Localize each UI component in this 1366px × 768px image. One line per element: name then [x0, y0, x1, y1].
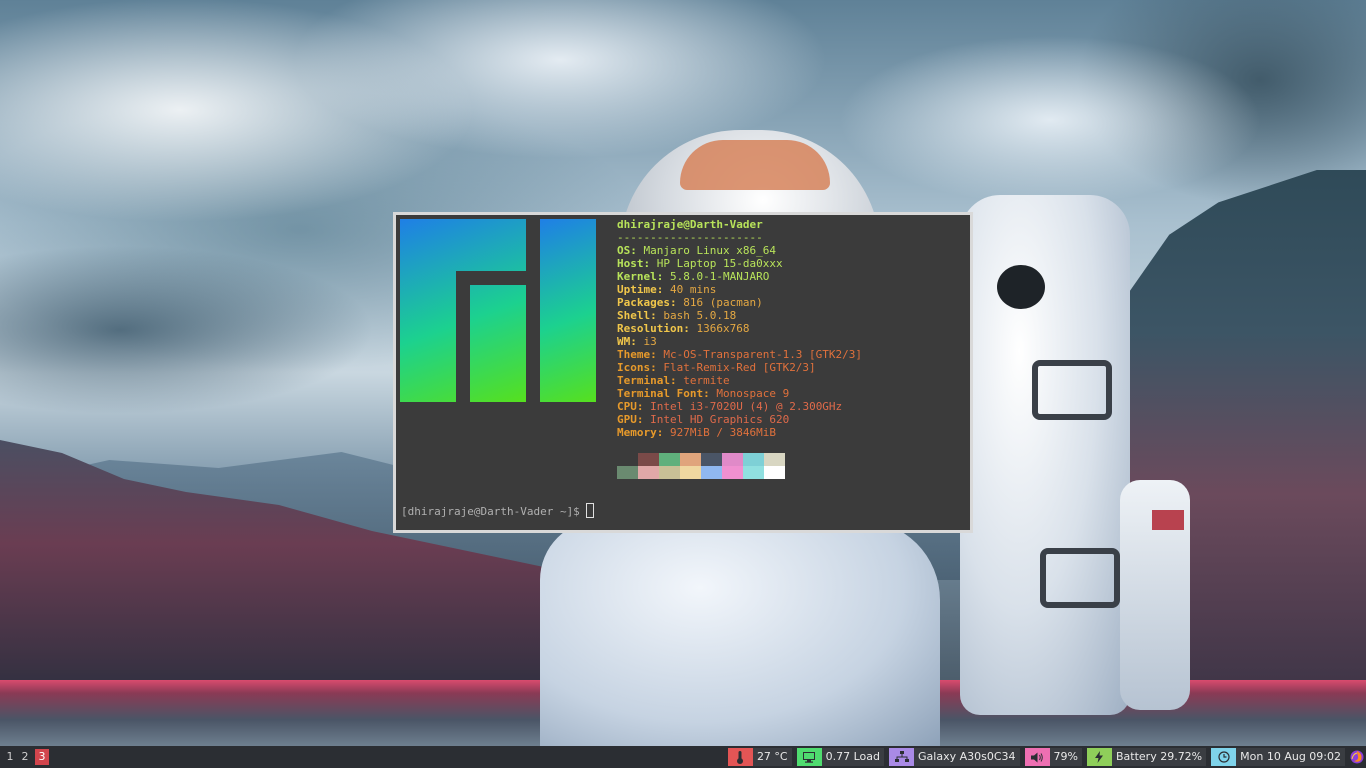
volume-text: 79%: [1049, 748, 1082, 766]
speaker-icon: [1024, 748, 1050, 766]
color-swatch: [659, 453, 680, 466]
wallpaper-helmet-band: [680, 140, 830, 190]
system-info: dhirajraje@Darth-Vader -----------------…: [617, 218, 967, 439]
separator: ----------------------: [617, 231, 763, 244]
info-wm: WM: i3: [617, 335, 657, 348]
color-swatch: [764, 453, 785, 466]
info-icons: Icons: Flat-Remix-Red [GTK2/3]: [617, 361, 816, 374]
wallpaper-backpack-knob: [997, 265, 1045, 309]
info-cpu: CPU: Intel i3-7020U (4) @ 2.300GHz: [617, 400, 843, 413]
battery-bolt-icon: [1086, 748, 1112, 766]
color-swatch: [680, 453, 701, 466]
info-key: OS: [617, 244, 631, 257]
wallpaper-backpack-clip: [1040, 548, 1120, 608]
info-packages: Packages: 816 (pacman): [617, 296, 763, 309]
color-swatch: [764, 466, 785, 479]
clock-icon: [1211, 748, 1237, 766]
info-theme: Theme: Mc-OS-Transparent-1.3 [GTK2/3]: [617, 348, 863, 361]
info-terminal: Terminal: termite: [617, 374, 730, 387]
info-memory: Memory: 927MiB / 3846MiB: [617, 426, 776, 439]
monitor-icon: [796, 748, 822, 766]
color-palette: [617, 453, 785, 479]
battery-text: Battery 29.72%: [1111, 748, 1207, 766]
network-text: Galaxy A30s0C34: [914, 748, 1020, 766]
clock-block[interactable]: Mon 10 Aug 09:02: [1211, 748, 1345, 766]
temperature-text: 27 °C: [752, 748, 792, 766]
i3-status-bar: 1 2 3 27 °C 0.77 Load Galaxy A30s0C34 79…: [0, 746, 1366, 768]
info-resolution: Resolution: 1366x768: [617, 322, 750, 335]
color-swatch: [743, 453, 764, 466]
prompt-text: [dhirajraje@Darth-Vader ~]$: [401, 505, 587, 518]
palette-row: [617, 453, 785, 466]
wallpaper-backpack: [960, 195, 1130, 715]
shell-prompt[interactable]: [dhirajraje@Darth-Vader ~]$: [401, 503, 595, 518]
load-text: 0.77 Load: [821, 748, 885, 766]
color-swatch: [701, 466, 722, 479]
info-shell: Shell: bash 5.0.18: [617, 309, 737, 322]
info-os: OS: Manjaro Linux x86_64: [617, 244, 776, 257]
info-gpu: GPU: Intel HD Graphics 620: [617, 413, 790, 426]
temperature-block[interactable]: 27 °C: [727, 748, 792, 766]
thermometer-icon: [727, 748, 753, 766]
workspace-1[interactable]: 1: [3, 749, 17, 765]
terminal-window[interactable]: dhirajraje@Darth-Vader -----------------…: [393, 212, 973, 533]
workspace-2[interactable]: 2: [18, 749, 32, 765]
wallpaper-astronaut-body: [540, 520, 940, 746]
color-swatch: [617, 453, 638, 466]
user-host: dhirajraje@Darth-Vader: [617, 218, 763, 231]
info-value: Manjaro Linux x86_64: [643, 244, 776, 257]
palette-row: [617, 466, 785, 479]
color-swatch: [722, 466, 743, 479]
firefox-tray-icon[interactable]: [1348, 748, 1366, 766]
wallpaper-backpack-clip: [1032, 360, 1112, 420]
color-swatch: [680, 466, 701, 479]
wallpaper-backpack-tag: [1152, 510, 1184, 530]
info-uptime: Uptime: 40 mins: [617, 283, 717, 296]
volume-block[interactable]: 79%: [1024, 748, 1082, 766]
network-block[interactable]: Galaxy A30s0C34: [889, 748, 1020, 766]
battery-block[interactable]: Battery 29.72%: [1086, 748, 1207, 766]
color-swatch: [743, 466, 764, 479]
load-block[interactable]: 0.77 Load: [796, 748, 885, 766]
network-icon: [889, 748, 915, 766]
manjaro-logo: [400, 219, 596, 402]
text-cursor: [586, 503, 595, 518]
workspace-3[interactable]: 3: [35, 749, 49, 765]
color-swatch: [617, 466, 638, 479]
color-swatch: [638, 453, 659, 466]
info-host: Host: HP Laptop 15-da0xxx: [617, 257, 783, 270]
info-terminal-font: Terminal Font: Monospace 9: [617, 387, 790, 400]
color-swatch: [701, 453, 722, 466]
info-kernel: Kernel: 5.8.0-1-MANJARO: [617, 270, 770, 283]
clock-text: Mon 10 Aug 09:02: [1236, 748, 1345, 766]
status-blocks: 27 °C 0.77 Load Galaxy A30s0C34 79% Batt…: [723, 748, 1366, 766]
color-swatch: [722, 453, 743, 466]
color-swatch: [659, 466, 680, 479]
color-swatch: [638, 466, 659, 479]
